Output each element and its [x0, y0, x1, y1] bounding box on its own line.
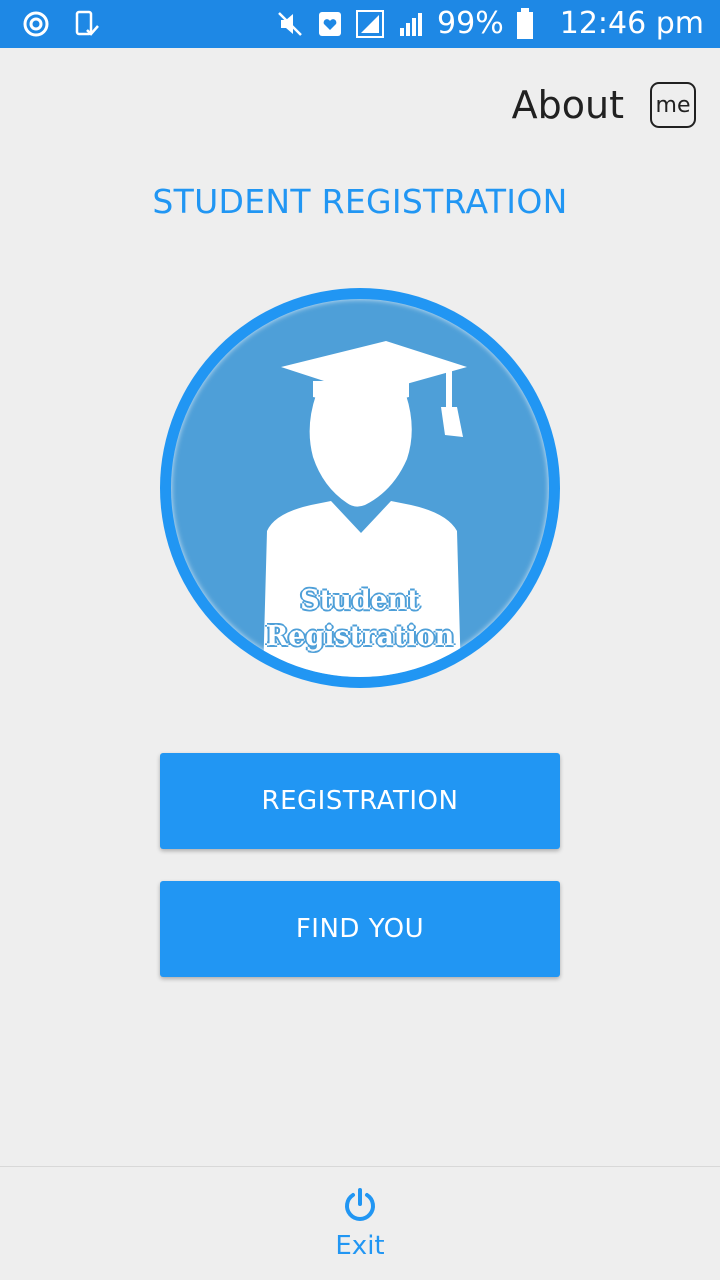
battery-percent: 99%	[437, 6, 504, 41]
exit-label: Exit	[335, 1231, 385, 1261]
status-bar: 99% 12:46 pm	[0, 0, 720, 48]
find-you-button[interactable]: FIND YOU	[160, 881, 560, 977]
sync-icon	[22, 10, 50, 38]
about-link[interactable]: About	[512, 83, 624, 127]
about-me-icon[interactable]: me	[650, 82, 696, 128]
mute-icon	[275, 9, 305, 39]
heart-notification-icon	[317, 9, 343, 39]
page-title: STUDENT REGISTRATION	[152, 182, 568, 221]
clock: 12:46 pm	[559, 6, 704, 41]
registration-button[interactable]: REGISTRATION	[160, 753, 560, 849]
about-section[interactable]: About me	[512, 80, 696, 130]
battery-icon	[516, 8, 534, 40]
student-registration-logo: Student Registration	[160, 288, 560, 688]
logo-text-line2: Registration	[265, 621, 455, 652]
logo-circle: Student Registration	[171, 299, 549, 677]
signal-icon	[355, 9, 385, 39]
phone-check-icon	[72, 10, 100, 38]
signal-icon	[397, 10, 425, 38]
exit-button[interactable]: Exit	[0, 1166, 720, 1280]
logo-text-line1: Student	[300, 585, 420, 616]
power-icon	[345, 1188, 375, 1221]
